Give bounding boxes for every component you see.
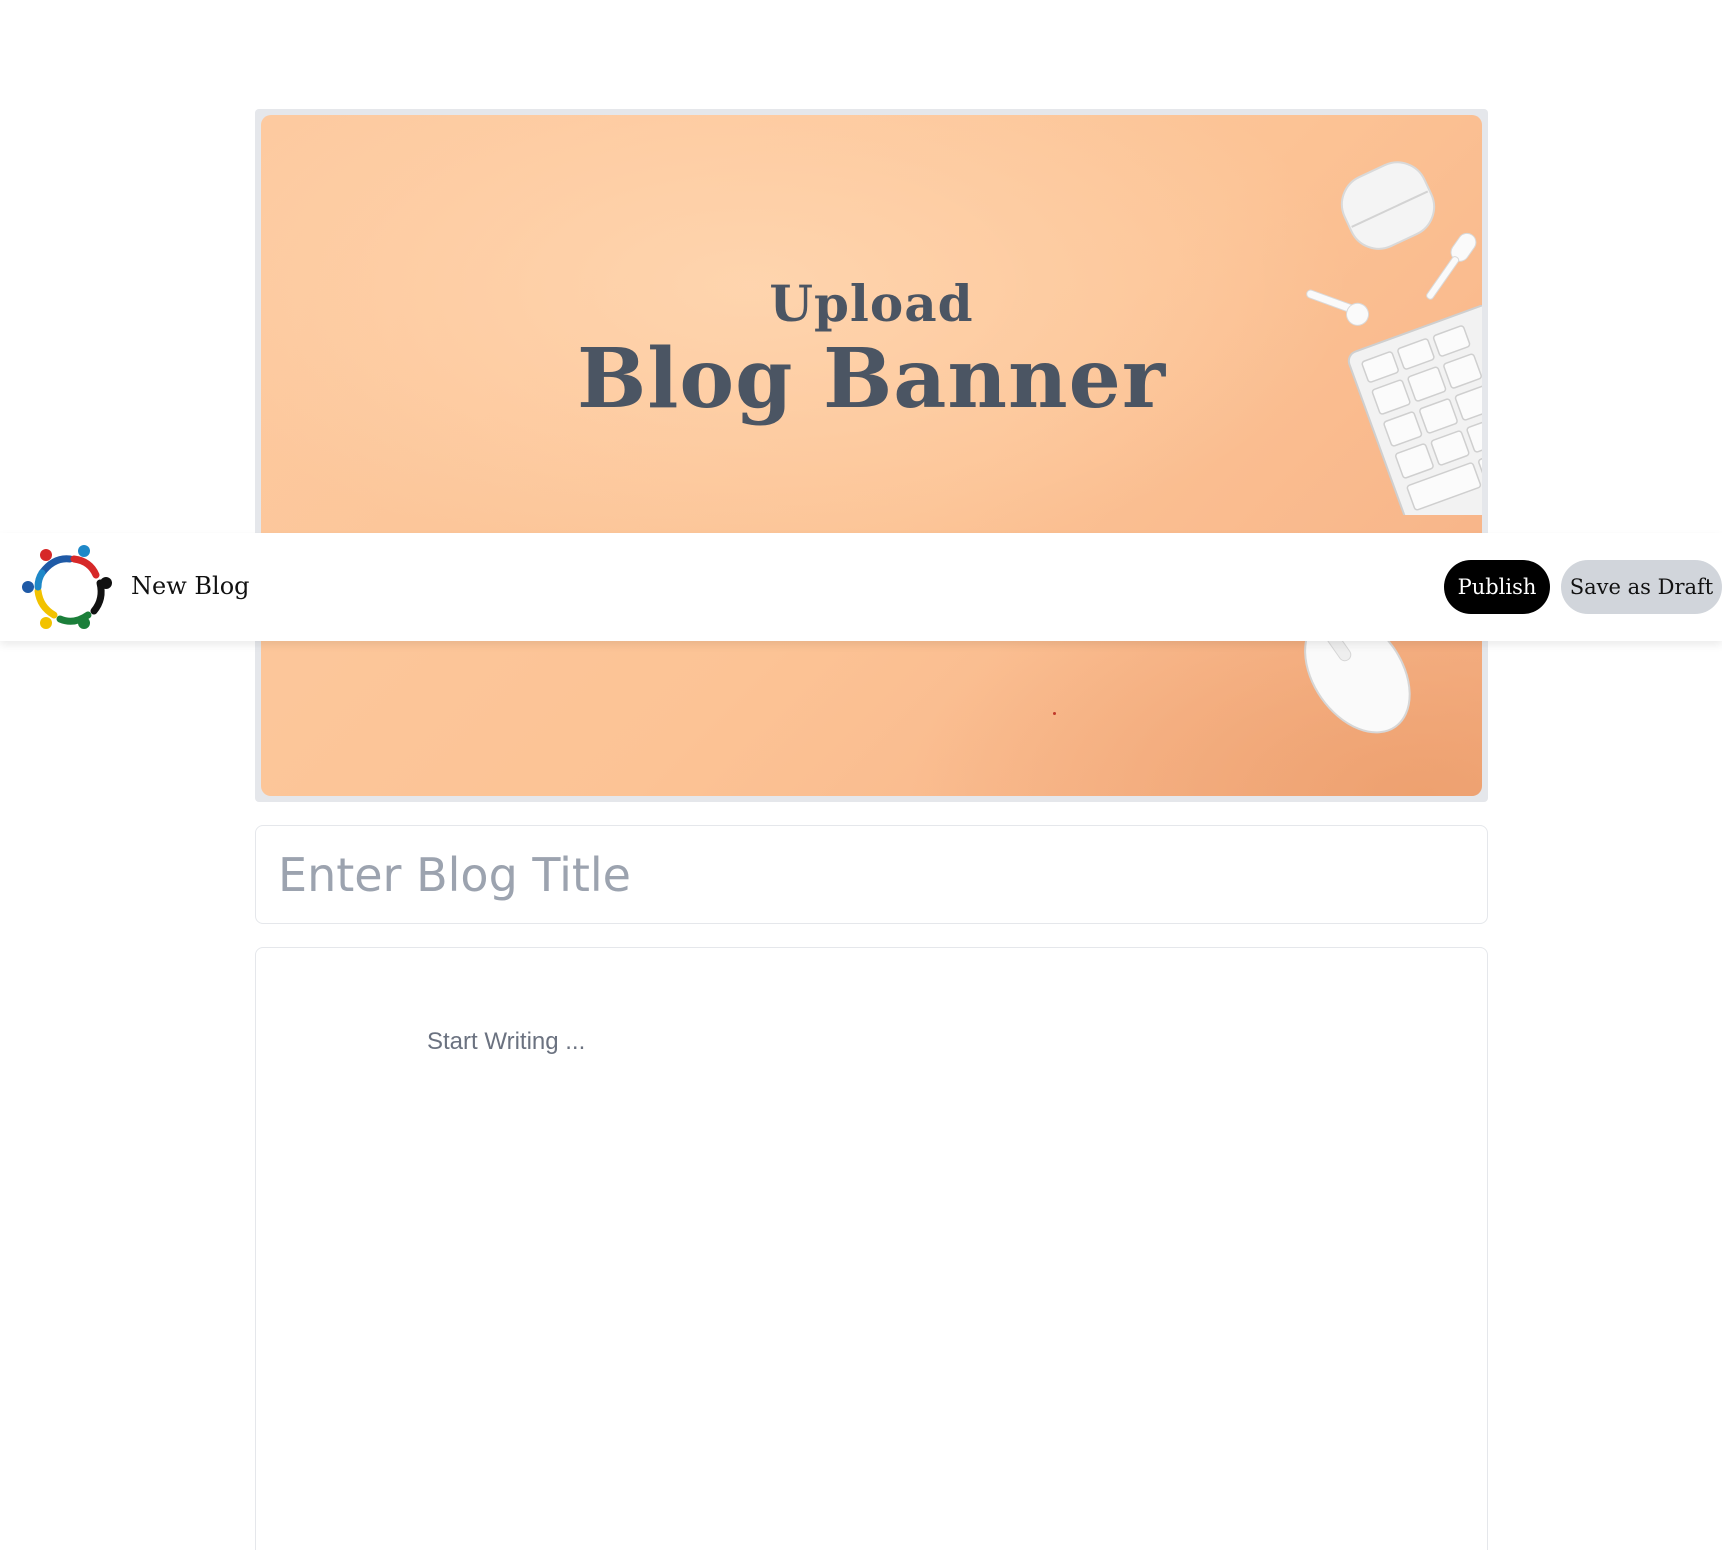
banner-title: Blog Banner xyxy=(576,331,1167,427)
red-dot-mark xyxy=(1053,712,1056,715)
blog-title-input[interactable] xyxy=(255,825,1488,924)
page: Upload Blog Banner New Blog Publish Save… xyxy=(0,0,1722,1550)
save-as-draft-button[interactable]: Save as Draft xyxy=(1561,560,1722,614)
banner-image: Upload Blog Banner xyxy=(261,115,1482,796)
publish-button[interactable]: Publish xyxy=(1444,560,1550,614)
page-title: New Blog xyxy=(131,572,250,600)
mouse-illustration xyxy=(1304,630,1411,734)
editor-placeholder: Start Writing ... xyxy=(427,1028,586,1055)
blog-body-editor[interactable]: Start Writing ... xyxy=(255,947,1488,1550)
header-bar: New Blog Publish Save as Draft xyxy=(0,533,1722,641)
keyboard-illustration xyxy=(1347,305,1482,515)
logo-icon[interactable] xyxy=(20,543,112,631)
banner-upload-area[interactable]: Upload Blog Banner xyxy=(255,109,1488,802)
